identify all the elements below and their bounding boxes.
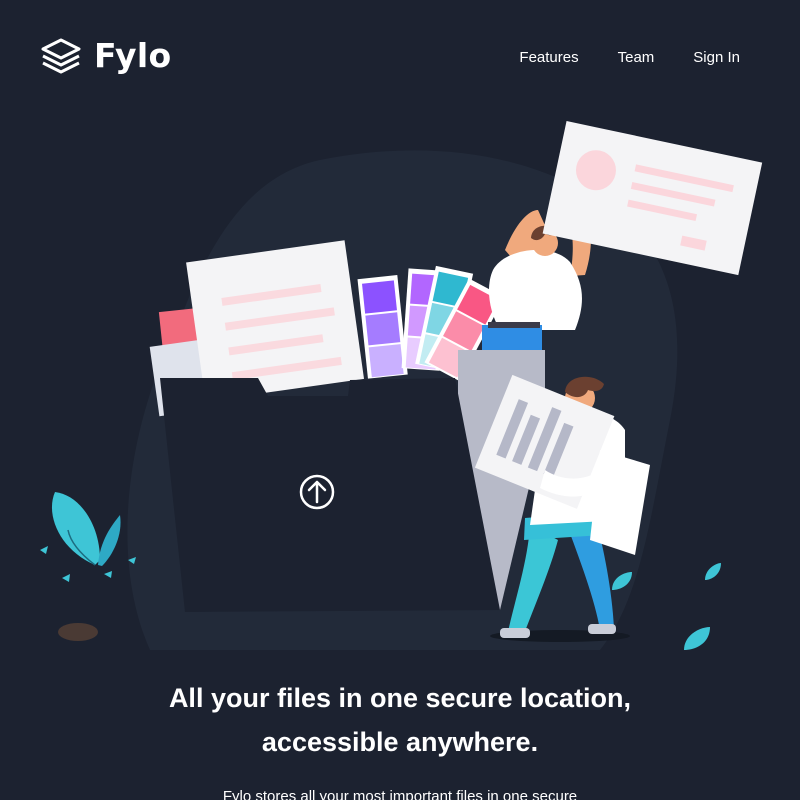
hero-description: Fylo stores all your most important file… [222,788,578,800]
main-nav: Features Team Sign In [480,49,740,66]
plant-decoration [40,492,136,641]
stacked-layers-icon [41,38,81,73]
nav-link-sign-in[interactable]: Sign In [693,49,740,66]
site-header: Fylo Features Team Sign In [0,0,800,115]
nav-link-team[interactable]: Team [618,49,655,66]
large-document [186,240,365,402]
nav-link-features[interactable]: Features [519,49,578,66]
folder-front [160,378,500,612]
hero-headline: All your files in one secure location, a… [0,676,800,764]
landing-page: Fylo Features Team Sign In All your file… [0,0,800,800]
brand-name: Fylo [94,36,172,75]
headline-line-2: accessible anywhere. [261,727,539,757]
headline-line-1: All your files in one secure location, [168,683,632,713]
brand-logo[interactable]: Fylo [40,36,171,75]
hero-illustration [40,121,763,651]
